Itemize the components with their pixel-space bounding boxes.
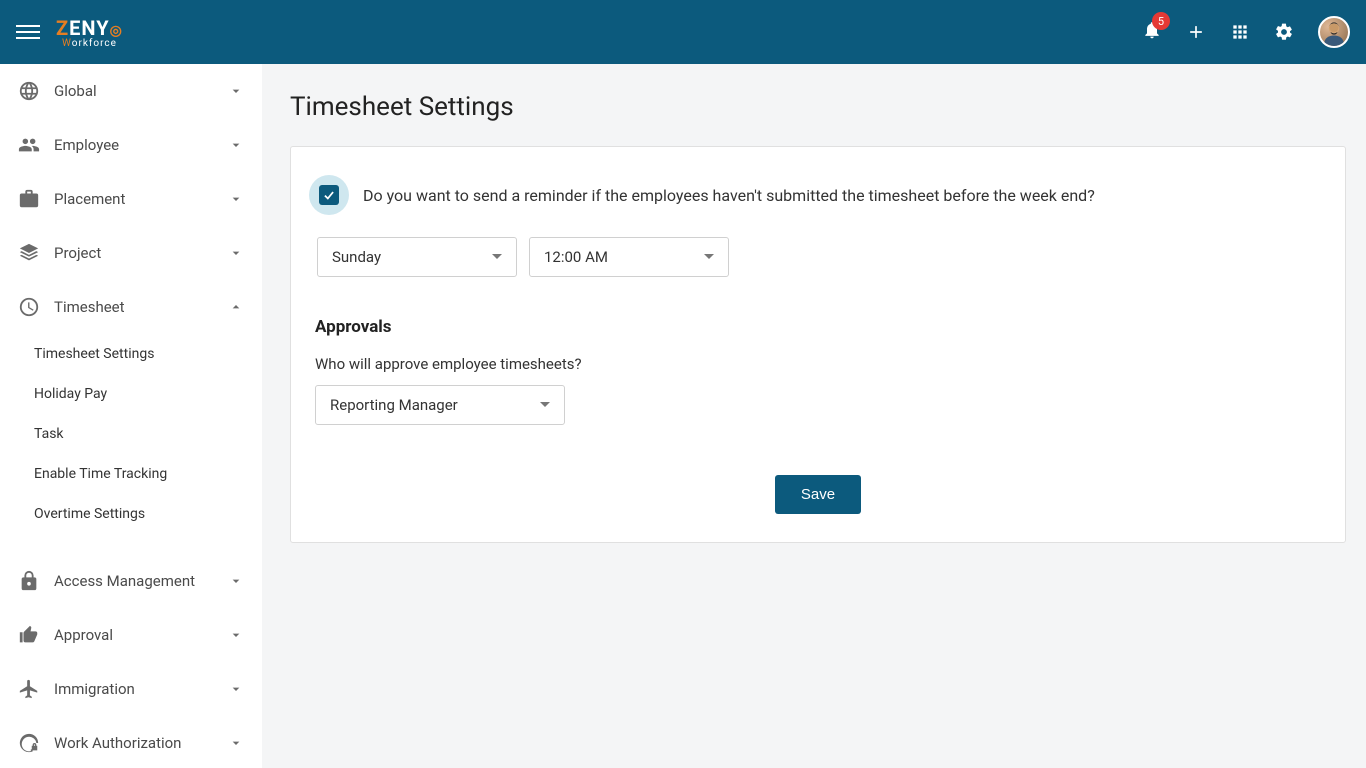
save-button[interactable]: Save [775, 475, 861, 514]
main-content: Timesheet Settings Do you want to send a… [262, 64, 1366, 768]
sidebar-label: Work Authorization [54, 734, 228, 752]
approvals-heading: Approvals [315, 317, 1321, 337]
sidebar-item-employee[interactable]: Employee [0, 118, 262, 172]
sidebar-label: Employee [54, 136, 228, 154]
dropdown-arrow-icon [704, 252, 714, 262]
settings-card: Do you want to send a reminder if the em… [290, 146, 1346, 543]
chevron-down-icon [228, 735, 244, 751]
sidebar-sub-task[interactable]: Task [0, 414, 262, 454]
chevron-down-icon [228, 627, 244, 643]
sidebar-item-work-authorization[interactable]: Work Authorization [0, 716, 262, 768]
thumbup-icon [18, 624, 40, 646]
briefcase-icon [18, 188, 40, 210]
globe-icon [18, 80, 40, 102]
sidebar-sub-holiday-pay[interactable]: Holiday Pay [0, 374, 262, 414]
sidebar-item-immigration[interactable]: Immigration [0, 662, 262, 716]
sidebar-item-timesheet[interactable]: Timesheet [0, 280, 262, 334]
topbar: ZENY◎ Workforce 5 [0, 0, 1366, 64]
sidebar-sub-timesheet-settings[interactable]: Timesheet Settings [0, 334, 262, 374]
sidebar-item-placement[interactable]: Placement [0, 172, 262, 226]
notifications-button[interactable]: 5 [1142, 20, 1162, 44]
chevron-down-icon [228, 573, 244, 589]
approver-question-label: Who will approve employee timesheets? [315, 355, 1321, 373]
sidebar-label: Placement [54, 190, 228, 208]
lock-icon [18, 570, 40, 592]
people-icon [18, 134, 40, 156]
clock-icon [18, 296, 40, 318]
sidebar: Global Employee Placement Project Timesh… [0, 64, 262, 768]
menu-toggle-button[interactable] [16, 20, 40, 44]
sidebar-item-global[interactable]: Global [0, 64, 262, 118]
notification-badge: 5 [1152, 12, 1170, 30]
dropdown-arrow-icon [492, 252, 502, 262]
chevron-down-icon [228, 137, 244, 153]
avatar[interactable] [1318, 16, 1350, 48]
approver-select-value: Reporting Manager [330, 396, 458, 414]
globe-lock-icon [18, 732, 40, 754]
time-select-value: 12:00 AM [544, 248, 608, 266]
approver-select[interactable]: Reporting Manager [315, 385, 565, 425]
sidebar-label: Timesheet [54, 298, 228, 316]
reminder-checkbox[interactable] [319, 185, 339, 205]
chevron-down-icon [228, 191, 244, 207]
chevron-down-icon [228, 83, 244, 99]
apps-icon[interactable] [1230, 22, 1250, 42]
dropdown-arrow-icon [540, 400, 550, 410]
reminder-question-label: Do you want to send a reminder if the em… [363, 186, 1095, 205]
sidebar-item-access-management[interactable]: Access Management [0, 554, 262, 608]
check-icon [322, 188, 336, 202]
plus-icon[interactable] [1186, 22, 1206, 42]
sidebar-label: Access Management [54, 572, 228, 590]
layers-icon [18, 242, 40, 264]
sidebar-sub-overtime-settings[interactable]: Overtime Settings [0, 494, 262, 534]
sidebar-label: Project [54, 244, 228, 262]
time-select[interactable]: 12:00 AM [529, 237, 729, 277]
sidebar-label: Immigration [54, 680, 228, 698]
page-title: Timesheet Settings [290, 92, 1346, 122]
logo[interactable]: ZENY◎ Workforce [56, 16, 123, 49]
gear-icon[interactable] [1274, 22, 1294, 42]
sidebar-sub-enable-time-tracking[interactable]: Enable Time Tracking [0, 454, 262, 494]
day-select-value: Sunday [332, 248, 381, 266]
sidebar-label: Global [54, 82, 228, 100]
day-select[interactable]: Sunday [317, 237, 517, 277]
chevron-down-icon [228, 681, 244, 697]
chevron-down-icon [228, 245, 244, 261]
sidebar-item-project[interactable]: Project [0, 226, 262, 280]
plane-icon [18, 678, 40, 700]
sidebar-item-approval[interactable]: Approval [0, 608, 262, 662]
chevron-up-icon [228, 299, 244, 315]
sidebar-label: Approval [54, 626, 228, 644]
checkbox-halo [309, 175, 349, 215]
